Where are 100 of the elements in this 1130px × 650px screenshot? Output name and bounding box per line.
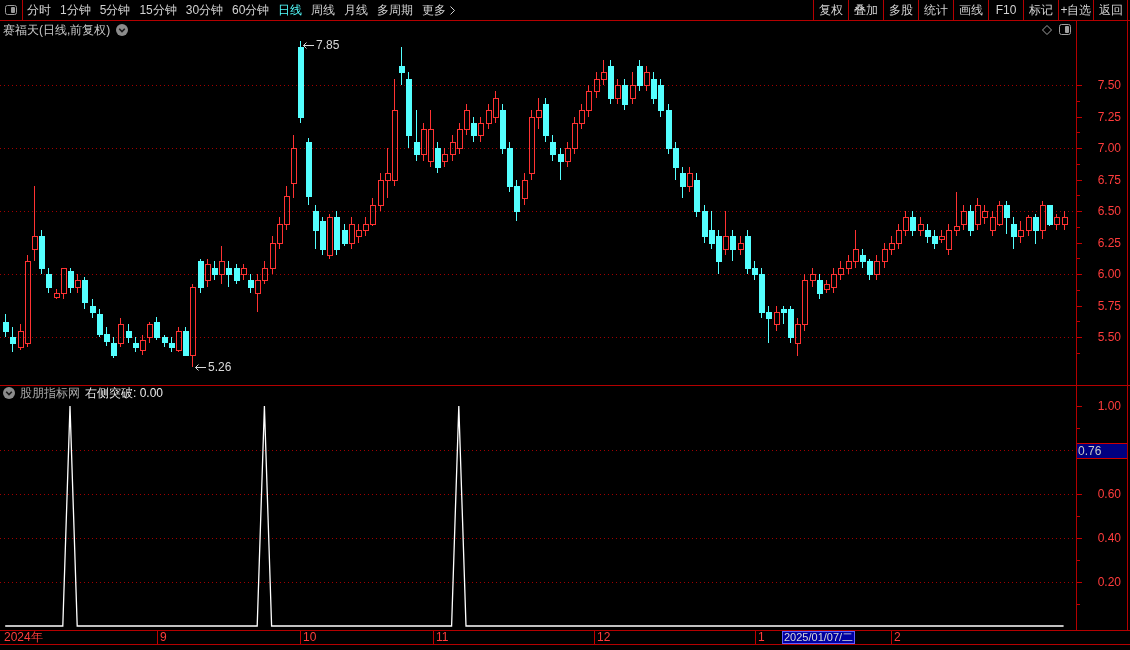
high-price-label: 7.85 <box>316 38 340 52</box>
rising-candle <box>1018 220 1024 243</box>
rising-candle <box>687 166 693 193</box>
period-tab[interactable]: 1分钟 <box>60 4 91 16</box>
low-price-label: 5.26 <box>208 360 232 374</box>
period-tab[interactable]: 30分钟 <box>185 4 224 16</box>
price-axis-label: 7.25 <box>1097 110 1121 124</box>
rising-candle <box>327 213 333 260</box>
price-axis-label: 7.50 <box>1097 78 1121 92</box>
chart-title: 赛福天(日线,前复权) <box>3 23 111 36</box>
rising-candle <box>219 245 225 285</box>
rising-candle <box>810 267 816 288</box>
falling-candle <box>558 147 564 180</box>
price-axis-label: 6.75 <box>1097 173 1121 187</box>
rising-candle <box>1062 210 1068 231</box>
rising-candle <box>176 326 182 353</box>
falling-candle <box>435 141 441 174</box>
indicator-readout: 右侧突破: 0.00 <box>85 387 164 399</box>
arrow-icon <box>303 41 314 49</box>
falling-candle <box>1033 213 1039 245</box>
period-tab[interactable]: 15分钟 <box>139 4 177 16</box>
falling-candle <box>910 210 916 237</box>
toolbar-button[interactable]: 复权 <box>813 0 848 20</box>
chevron-right-icon <box>450 5 456 15</box>
rising-candle <box>1040 200 1046 240</box>
price-axis-label: 5.75 <box>1097 299 1121 313</box>
rising-candle <box>241 263 247 281</box>
toolbar-button[interactable]: F10 <box>988 0 1023 20</box>
falling-candle <box>68 267 74 294</box>
date-label: 2024年 <box>4 631 43 644</box>
toolbar-button[interactable]: 标记 <box>1023 0 1058 20</box>
falling-candle <box>248 273 254 294</box>
period-tab[interactable]: 日线 <box>278 4 303 16</box>
more-menu[interactable]: 更多 <box>422 4 456 16</box>
axis-label: 0.60 <box>1097 487 1121 501</box>
axis-label: 1.00 <box>1097 399 1121 413</box>
rising-candle <box>738 235 744 256</box>
axis-label: 0.40 <box>1097 531 1121 545</box>
falling-candle <box>730 229 736 262</box>
period-tab[interactable]: 60分钟 <box>232 4 270 16</box>
falling-candle <box>694 172 700 218</box>
toolbar-button[interactable]: 统计 <box>918 0 953 20</box>
cursor-value-label: 0.76 <box>1077 443 1127 459</box>
falling-candle <box>414 109 420 162</box>
price-axis-label: 6.25 <box>1097 236 1121 250</box>
toolbar-button[interactable]: +自选 <box>1058 0 1093 20</box>
date-label: 12 <box>597 631 611 644</box>
falling-candle <box>968 204 974 237</box>
period-tab[interactable]: 分时 <box>27 4 51 16</box>
chevron-circle-icon[interactable] <box>116 23 129 36</box>
panel-icon <box>5 5 17 15</box>
falling-candle <box>622 78 628 111</box>
rising-candle <box>442 147 448 168</box>
price-axis-label: 6.50 <box>1097 204 1121 218</box>
period-tab[interactable]: 周线 <box>311 4 336 16</box>
diamond-icon[interactable] <box>1042 24 1052 35</box>
rising-candle <box>774 305 780 332</box>
period-tab[interactable]: 月线 <box>344 4 369 16</box>
rising-candle <box>723 210 729 256</box>
falling-candle <box>637 59 643 92</box>
axis-label: 0.20 <box>1097 575 1121 589</box>
falling-candle <box>154 316 160 340</box>
falling-candle <box>342 223 348 247</box>
date-label: 1 <box>758 631 765 644</box>
falling-candle <box>334 210 340 256</box>
rising-candle <box>75 273 81 294</box>
price-axis-label: 5.50 <box>1097 330 1121 344</box>
toolbar-button[interactable]: 多股 <box>883 0 918 20</box>
falling-candle <box>212 260 218 281</box>
chevron-circle-icon[interactable] <box>3 387 15 399</box>
falling-candle <box>82 276 88 310</box>
rising-candle <box>205 258 211 288</box>
toolbar-button[interactable]: 叠加 <box>848 0 883 20</box>
price-axis-label: 6.00 <box>1097 267 1121 281</box>
date-label: 9 <box>160 631 167 644</box>
rising-candle <box>630 71 636 105</box>
rising-candle <box>118 317 124 348</box>
rising-candle <box>918 216 924 237</box>
falling-candle <box>198 258 204 294</box>
falling-candle <box>817 273 823 300</box>
period-tab[interactable]: 5分钟 <box>99 4 131 16</box>
indicator-source-label: 股朋指标网 <box>20 387 80 399</box>
falling-candle <box>234 263 240 285</box>
rising-candle <box>615 78 621 105</box>
toolbar-button[interactable]: 画线 <box>953 0 988 20</box>
falling-candle <box>226 260 232 288</box>
price-axis-label: 7.00 <box>1097 141 1121 155</box>
falling-candle <box>183 326 189 357</box>
date-label: 10 <box>303 631 317 644</box>
date-label: 2 <box>894 631 901 644</box>
cursor-date-label: 2025/01/07/二 <box>782 631 856 644</box>
panel-icon[interactable] <box>1059 24 1071 35</box>
falling-candle <box>608 59 614 105</box>
rising-candle <box>874 254 880 281</box>
rising-candle <box>644 65 650 92</box>
toolbar-button[interactable]: 返回 <box>1093 0 1128 20</box>
arrow-icon <box>195 363 206 371</box>
rising-candle <box>478 116 484 143</box>
date-label: 11 <box>436 631 449 644</box>
period-tab[interactable]: 多周期 <box>377 4 414 16</box>
